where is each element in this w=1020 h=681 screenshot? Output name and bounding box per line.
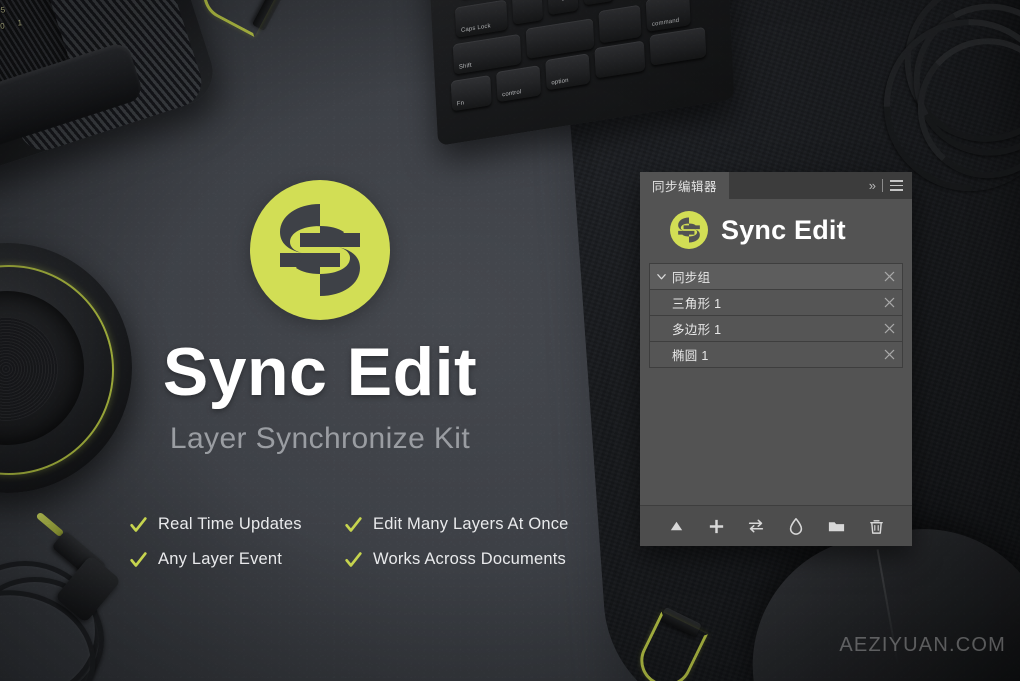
feature-item: Edit Many Layers At Once bbox=[345, 515, 610, 534]
close-x-icon[interactable] bbox=[876, 348, 902, 361]
layer-name: 三角形 1 bbox=[672, 297, 722, 311]
checkmark-icon bbox=[130, 517, 147, 532]
triangle-up-icon[interactable] bbox=[664, 514, 688, 538]
feature-list: Real Time Updates Edit Many Layers At On… bbox=[130, 515, 610, 569]
table-row[interactable]: 椭圆 1 bbox=[650, 342, 902, 367]
checkmark-icon bbox=[345, 517, 362, 532]
page-subtitle: Layer Synchronize Kit bbox=[169, 422, 471, 455]
brand-block: Sync Edit Layer Synchronize Kit bbox=[0, 180, 640, 456]
double-chevron-right-icon[interactable]: » bbox=[869, 179, 876, 192]
checkmark-icon bbox=[345, 552, 362, 567]
panel-footer-toolbar bbox=[640, 505, 912, 546]
panel-header: Sync Edit bbox=[640, 199, 912, 261]
panel-empty-space bbox=[640, 368, 912, 505]
feature-label: Works Across Documents bbox=[373, 550, 566, 568]
panel-tab-controls: » bbox=[869, 172, 912, 199]
panel-tab-bar: 同步编辑器 » bbox=[640, 172, 912, 199]
screenshot-stage: 8 3 10 12 4 15 5 20 1 Caps Lock Y X C Sh… bbox=[0, 0, 1020, 681]
checkmark-icon bbox=[130, 552, 147, 567]
close-x-icon[interactable] bbox=[876, 322, 902, 335]
sync-edit-panel: 同步编辑器 » Sync Edit 同步组 三角形 1 多边形 1 椭圆 1 bbox=[640, 172, 912, 546]
feature-item: Any Layer Event bbox=[130, 550, 345, 569]
panel-tab-label: 同步编辑器 bbox=[652, 180, 718, 194]
layer-name: 椭圆 1 bbox=[672, 349, 709, 363]
panel-tab-sync-editor[interactable]: 同步编辑器 bbox=[640, 172, 730, 199]
layer-name: 同步组 bbox=[672, 271, 711, 285]
table-row[interactable]: 三角形 1 bbox=[650, 290, 902, 316]
swap-arrows-icon[interactable] bbox=[744, 514, 768, 538]
panel-title: Sync Edit bbox=[721, 214, 846, 245]
folder-icon[interactable] bbox=[824, 514, 848, 538]
feature-label: Real Time Updates bbox=[158, 515, 302, 533]
close-x-icon[interactable] bbox=[876, 270, 902, 283]
chevron-down-icon[interactable] bbox=[650, 271, 672, 282]
page-title: Sync Edit bbox=[162, 334, 478, 410]
trash-icon[interactable] bbox=[864, 514, 888, 538]
table-row[interactable]: 多边形 1 bbox=[650, 316, 902, 342]
close-x-icon[interactable] bbox=[876, 296, 902, 309]
watermark: AEZIYUAN.COM bbox=[839, 634, 1006, 656]
sync-s-logo-icon bbox=[250, 180, 390, 320]
layer-list: 同步组 三角形 1 多边形 1 椭圆 1 bbox=[649, 263, 903, 368]
feature-label: Edit Many Layers At Once bbox=[373, 515, 569, 533]
panel-sync-s-logo-icon bbox=[670, 211, 708, 249]
divider bbox=[882, 179, 883, 192]
droplet-icon[interactable] bbox=[784, 514, 808, 538]
feature-item: Works Across Documents bbox=[345, 550, 610, 569]
layer-name: 多边形 1 bbox=[672, 323, 722, 337]
plus-icon[interactable] bbox=[704, 514, 728, 538]
hamburger-menu-icon[interactable] bbox=[890, 180, 903, 191]
feature-label: Any Layer Event bbox=[158, 550, 283, 568]
feature-item: Real Time Updates bbox=[130, 515, 345, 534]
layer-row-group[interactable]: 同步组 bbox=[650, 264, 902, 290]
